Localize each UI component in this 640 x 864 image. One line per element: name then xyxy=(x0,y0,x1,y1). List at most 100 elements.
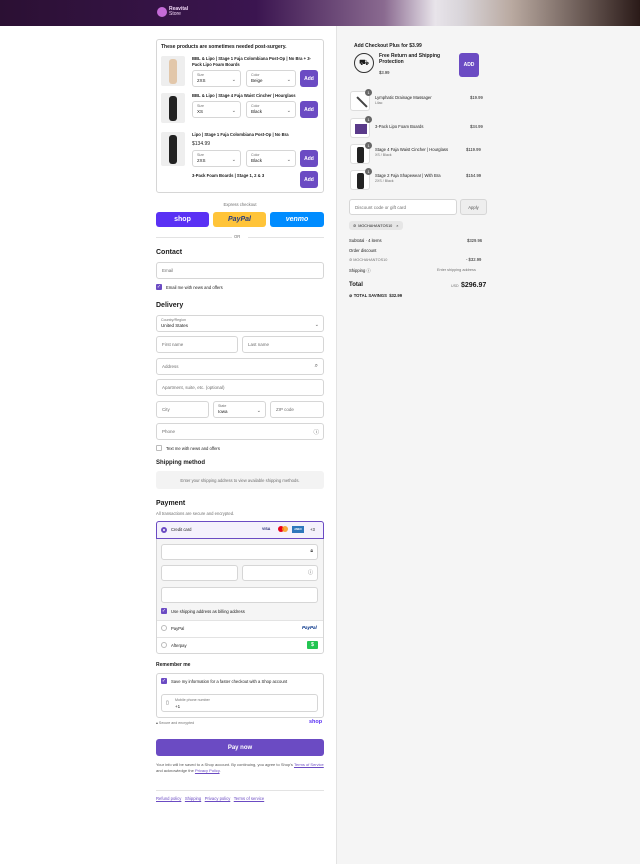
add-button[interactable]: Add xyxy=(300,150,318,167)
divider xyxy=(156,790,324,791)
product-variant: XS / Black xyxy=(375,153,392,157)
color-label: Color xyxy=(251,73,260,77)
save-info-checkbox[interactable]: ✓ xyxy=(161,678,167,684)
chevron-down-icon: ⌄ xyxy=(286,77,291,83)
venmo-button[interactable]: venmo xyxy=(270,212,324,227)
quantity-badge: 1 xyxy=(365,89,372,96)
upsell-item-image xyxy=(161,56,185,86)
subtotal-value: $329.96 xyxy=(467,238,483,243)
product-name: Lymphatic Drainage Massager xyxy=(375,95,432,100)
mastercard-icon xyxy=(278,526,288,533)
upsell-item-title: BBL & Lipo | Stage 1 Faja Colombiana Pos… xyxy=(192,56,311,67)
addon-add-button[interactable]: ADD xyxy=(459,53,479,77)
amex-icon: AMEX xyxy=(292,526,304,533)
quantity-badge: 1 xyxy=(365,116,372,123)
state-select[interactable]: State Iowa ⌄ xyxy=(213,401,266,418)
help-icon[interactable]: ⓘ xyxy=(366,268,370,273)
first-name-field[interactable]: First name xyxy=(156,336,238,353)
chevron-down-icon: ⌄ xyxy=(231,108,236,114)
address-placeholder: Address xyxy=(162,364,179,369)
order-discount-code-text: MOCHAHANTOS10 xyxy=(353,258,388,262)
mobile-value: +1 xyxy=(175,704,181,709)
color-select[interactable]: Color Black ⌄ xyxy=(246,101,296,118)
store-logo-text[interactable]: Reavital Store xyxy=(169,7,188,17)
size-select[interactable]: Size 2XS ⌄ xyxy=(192,70,241,87)
news-checkbox-label: Email me with news and offers xyxy=(166,285,223,290)
paypal-radio[interactable] xyxy=(161,625,167,631)
card-number-field[interactable]: 🔒︎ xyxy=(161,544,318,560)
paypal-button[interactable]: PayPal xyxy=(213,212,266,227)
name-on-card-field[interactable] xyxy=(161,587,318,603)
size-select[interactable]: Size XS ⌄ xyxy=(192,101,241,118)
upsell-item-image xyxy=(161,132,185,166)
security-code-field[interactable]: ⓘ xyxy=(242,565,318,581)
country-label: Country/Region xyxy=(161,318,186,322)
product-price: $19.99 xyxy=(470,95,483,100)
discount-chip-code: MOCHAHANTOS10 xyxy=(358,223,393,228)
last-name-field[interactable]: Last name xyxy=(242,336,324,353)
add-button[interactable]: Add xyxy=(300,171,318,188)
country-select[interactable]: Country/Region United States ⌄ xyxy=(156,315,324,332)
product-price: $119.99 xyxy=(466,147,481,152)
shop-pay-button[interactable]: shop xyxy=(156,212,209,227)
email-field[interactable]: Email xyxy=(156,262,324,279)
billing-checkbox[interactable]: ✓ xyxy=(161,608,167,614)
order-discount-value: - $32.99 xyxy=(466,257,482,262)
currency-label: USD xyxy=(451,284,459,288)
phone-icon: ▯ xyxy=(166,700,169,706)
brand-sub: Store xyxy=(169,11,181,17)
upsell-item-title: Lipo | Stage 1 Faja Colombiana Post-Op |… xyxy=(192,132,289,137)
state-label: State xyxy=(218,404,227,408)
secure-label: Secure and encrypted xyxy=(158,721,195,725)
shipping-label: Shipping ⓘ xyxy=(349,268,371,274)
savings-label: TOTAL SAVINGS xyxy=(353,293,387,298)
address-field[interactable]: Address ⌕ xyxy=(156,358,324,375)
news-checkbox[interactable]: ✓ xyxy=(156,284,162,290)
shipping-link[interactable]: Shipping xyxy=(185,796,201,801)
afterpay-radio[interactable] xyxy=(161,642,167,648)
phone-field[interactable]: Phone ⓘ xyxy=(156,423,324,440)
size-label: Size xyxy=(197,104,204,108)
pay-now-button[interactable]: Pay now xyxy=(156,739,324,756)
total-label: Total xyxy=(349,282,363,288)
color-select[interactable]: Color Beige ⌄ xyxy=(246,70,296,87)
expiration-field[interactable] xyxy=(161,565,238,581)
addon-title: Free Return and Shipping Protection xyxy=(379,53,441,65)
close-icon[interactable]: × xyxy=(396,224,398,228)
city-field[interactable]: City xyxy=(156,401,209,418)
color-value: Black xyxy=(251,109,263,114)
add-button[interactable]: Add xyxy=(300,101,318,118)
zip-field[interactable]: ZIP code xyxy=(270,401,324,418)
help-icon[interactable]: ⓘ xyxy=(308,569,313,576)
save-info-label: Save my information for a faster checkou… xyxy=(171,679,288,684)
credit-card-label: Credit card xyxy=(171,527,192,532)
lock-icon: 🔒︎ xyxy=(310,548,313,554)
subtotal-label: Subtotal · 4 items xyxy=(349,238,382,243)
shop-logo-icon: shop xyxy=(309,719,323,725)
color-select[interactable]: Color Black ⌄ xyxy=(246,150,296,167)
apartment-field[interactable]: Apartment, suite, etc. (optional) xyxy=(156,379,324,396)
size-select[interactable]: Size 2XS ⌄ xyxy=(192,150,241,167)
terms-of-service-link[interactable]: Terms of service xyxy=(234,796,264,801)
privacy-policy-link[interactable]: Privacy policy xyxy=(205,796,231,801)
help-icon[interactable]: ⓘ xyxy=(313,428,319,436)
mobile-phone-field[interactable]: ▯ Mobile phone number +1 xyxy=(161,694,318,712)
discount-code-field[interactable]: Discount code or gift card xyxy=(349,199,457,215)
privacy-link[interactable]: Privacy Policy xyxy=(195,768,220,773)
size-value: 2XS xyxy=(197,158,206,163)
addon-heading: Add Checkout Plus for $3.99 xyxy=(354,43,422,49)
legal-text-dot: . xyxy=(219,768,221,773)
terms-link[interactable]: Terms of Service xyxy=(294,762,324,767)
lock-icon: 🔒︎ xyxy=(156,721,158,725)
legal-text-body: Your info will be saved to a Shop accoun… xyxy=(156,762,293,767)
text-me-checkbox[interactable] xyxy=(156,445,162,451)
secure-text: 🔒︎ Secure and encrypted xyxy=(156,721,194,725)
credit-card-radio[interactable] xyxy=(161,527,167,533)
more-cards-text: +3 xyxy=(310,527,315,532)
apply-button[interactable]: Apply xyxy=(460,199,487,215)
total-value: $296.97 xyxy=(461,282,487,289)
add-button[interactable]: Add xyxy=(300,70,318,87)
refund-policy-link[interactable]: Refund policy xyxy=(156,796,181,801)
upsell-item-image xyxy=(161,93,185,123)
store-logo-icon[interactable] xyxy=(157,7,167,17)
